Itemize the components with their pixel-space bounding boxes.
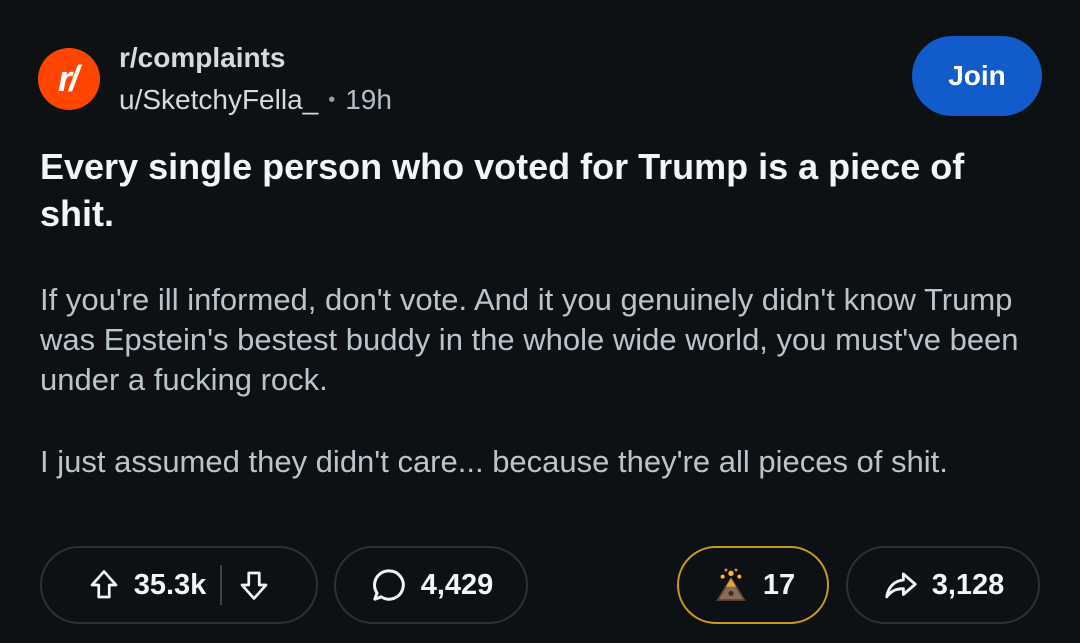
upvote-count: 35.3k <box>133 568 207 601</box>
share-count: 3,128 <box>931 568 1005 601</box>
post-meta: u/SketchyFella_ • 19h <box>119 84 392 116</box>
comment-count: 4,429 <box>420 568 494 601</box>
author-name[interactable]: u/SketchyFella_ <box>119 84 318 116</box>
post-body: If you're ill informed, don't vote. And … <box>40 280 1050 524</box>
action-bar: 35.3k 4,429 17 3,128 <box>0 546 1080 626</box>
body-paragraph: If you're ill informed, don't vote. And … <box>40 282 1019 397</box>
award-count: 17 <box>762 568 796 601</box>
post-title[interactable]: Every single person who voted for Trump … <box>40 143 1040 237</box>
vote-control: 35.3k <box>40 546 318 624</box>
avatar-text: r/ <box>57 58 79 99</box>
share-icon <box>882 566 920 604</box>
subreddit-name[interactable]: r/complaints <box>119 42 285 74</box>
comments-button[interactable]: 4,429 <box>334 546 528 624</box>
subreddit-avatar[interactable]: r/ <box>38 48 100 110</box>
award-icon <box>711 565 751 605</box>
vote-divider <box>220 565 223 605</box>
comment-icon <box>369 565 409 605</box>
meta-separator: • <box>328 88 336 111</box>
upvote-icon[interactable] <box>86 567 122 603</box>
post-header: r/ r/complaints u/SketchyFella_ • 19h Jo… <box>38 36 1042 120</box>
join-button[interactable]: Join <box>912 36 1042 116</box>
award-button[interactable]: 17 <box>677 546 829 624</box>
share-button[interactable]: 3,128 <box>846 546 1040 624</box>
body-paragraph: I just assumed they didn't care... becau… <box>40 444 948 479</box>
post-time: 19h <box>345 84 392 115</box>
downvote-icon[interactable] <box>236 567 272 603</box>
